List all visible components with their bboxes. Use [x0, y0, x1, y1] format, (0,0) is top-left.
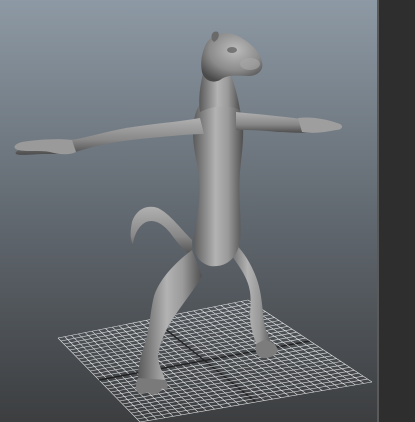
maya-viewport-screenshot — [0, 0, 415, 422]
3d-viewport[interactable] — [0, 0, 377, 422]
viewport-background — [0, 0, 377, 422]
side-panel — [377, 0, 415, 422]
creature-snout — [240, 58, 260, 70]
side-panel-divider — [377, 0, 379, 422]
viewport-canvas[interactable] — [0, 0, 377, 422]
creature-eye — [227, 47, 237, 53]
